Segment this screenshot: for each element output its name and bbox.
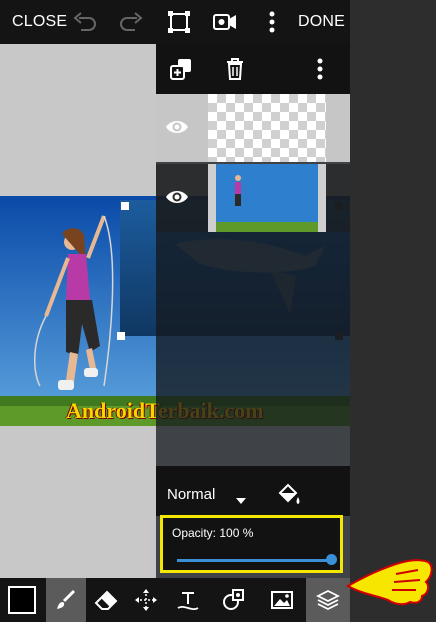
text-icon[interactable] <box>168 578 208 622</box>
blend-mode-bar: Normal <box>156 466 350 516</box>
crop-icon[interactable] <box>164 0 194 44</box>
more-vert-icon[interactable] <box>317 58 323 85</box>
color-swatch[interactable] <box>2 578 42 622</box>
image-icon[interactable] <box>262 578 302 622</box>
bottom-toolbar <box>0 578 350 622</box>
layer-thumbnail <box>208 94 326 162</box>
brush-icon[interactable] <box>46 578 86 622</box>
opacity-slider-track[interactable] <box>177 559 335 562</box>
delete-icon[interactable] <box>226 58 244 85</box>
done-button[interactable]: DONE <box>298 13 345 31</box>
layer-item-photo[interactable] <box>156 164 350 232</box>
redo-icon[interactable] <box>116 0 146 44</box>
undo-icon[interactable] <box>70 0 100 44</box>
move-icon[interactable] <box>126 578 166 622</box>
eye-icon[interactable] <box>164 114 190 140</box>
layers-panel: Normal <box>156 44 350 578</box>
more-vert-icon[interactable] <box>262 0 282 44</box>
fill-icon[interactable] <box>276 483 302 512</box>
layer-item-transparent[interactable] <box>156 94 350 162</box>
pointing-hand-icon <box>344 556 434 613</box>
close-button[interactable]: CLOSE <box>12 13 67 31</box>
duplicate-layer-icon[interactable] <box>170 58 192 85</box>
blend-mode-select[interactable]: Normal <box>167 486 215 503</box>
shapes-icon[interactable] <box>214 578 254 622</box>
side-margin <box>350 0 436 622</box>
layers-panel-toolbar <box>156 44 350 94</box>
chevron-down-icon[interactable] <box>236 491 246 509</box>
opacity-slider-handle[interactable] <box>326 554 337 565</box>
opacity-control: Opacity: 100 % <box>160 515 343 573</box>
opacity-label: Opacity: 100 % <box>172 526 254 540</box>
top-toolbar: CLOSE DONE <box>0 0 350 44</box>
layer-thumbnail <box>208 164 326 232</box>
video-icon[interactable] <box>210 0 240 44</box>
eraser-icon[interactable] <box>86 578 126 622</box>
eye-icon[interactable] <box>164 184 190 210</box>
